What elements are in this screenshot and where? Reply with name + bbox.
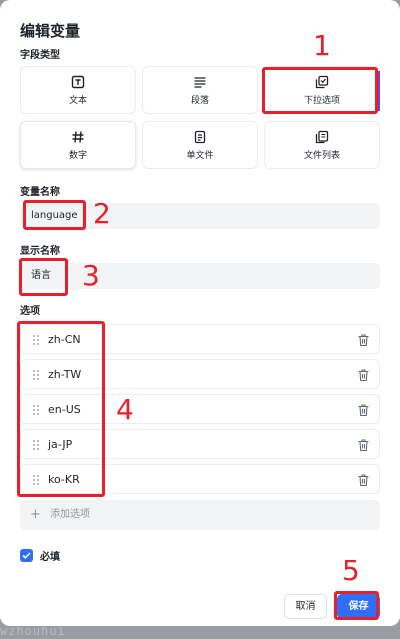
annotation-box-display-name — [19, 258, 68, 296]
annotation-box-options — [17, 321, 105, 497]
variable-name-label: 变量名称 — [20, 187, 60, 198]
annotation-number: 2 — [93, 197, 111, 230]
file-list-icon — [315, 130, 329, 143]
display-name-label: 显示名称 — [20, 246, 60, 257]
selected-edge-accent — [378, 71, 380, 111]
checkmark-icon — [22, 552, 31, 559]
trash-icon[interactable] — [357, 333, 370, 347]
trash-icon[interactable] — [357, 473, 370, 487]
type-card-paragraph[interactable]: 段落 — [142, 66, 258, 114]
type-card-label: 数字 — [68, 150, 87, 161]
annotation-box-variable-name — [23, 200, 86, 230]
trash-icon[interactable] — [357, 438, 370, 452]
plus-icon: + — [30, 507, 41, 522]
dialog-title: 编辑变量 — [20, 22, 81, 40]
type-card-single-file[interactable]: 单文件 — [142, 121, 258, 169]
hash-icon — [72, 130, 84, 143]
type-card-number[interactable]: 数字 — [20, 121, 136, 169]
annotation-number: 5 — [342, 554, 360, 587]
display-name-input[interactable]: 语言 — [20, 263, 380, 289]
annotation-number: 3 — [82, 259, 100, 292]
add-option-button[interactable]: + 添加选项 — [20, 500, 380, 530]
type-card-text[interactable]: 文本 — [20, 66, 136, 114]
trash-icon[interactable] — [357, 368, 370, 382]
required-label: 必填 — [40, 552, 60, 563]
type-card-label: 文本 — [68, 95, 87, 106]
annotation-number: 1 — [313, 29, 331, 62]
annotation-box-dropdown — [262, 67, 378, 114]
field-type-label: 字段类型 — [20, 50, 60, 61]
type-card-label: 段落 — [190, 95, 209, 106]
add-option-label: 添加选项 — [50, 509, 90, 520]
cancel-button[interactable]: 取消 — [284, 594, 327, 619]
watermark: wzhouhui — [0, 624, 66, 638]
type-card-label: 单文件 — [186, 150, 214, 161]
options-label: 选项 — [20, 306, 40, 317]
paragraph-lines-icon — [194, 76, 206, 88]
type-card-label: 文件列表 — [303, 150, 340, 161]
file-icon — [194, 130, 206, 143]
trash-icon[interactable] — [357, 403, 370, 417]
type-card-file-list[interactable]: 文件列表 — [264, 121, 380, 169]
required-checkbox[interactable] — [20, 549, 33, 562]
annotation-number: 4 — [116, 393, 134, 426]
annotation-box-save — [334, 591, 379, 620]
text-box-icon — [71, 75, 85, 88]
